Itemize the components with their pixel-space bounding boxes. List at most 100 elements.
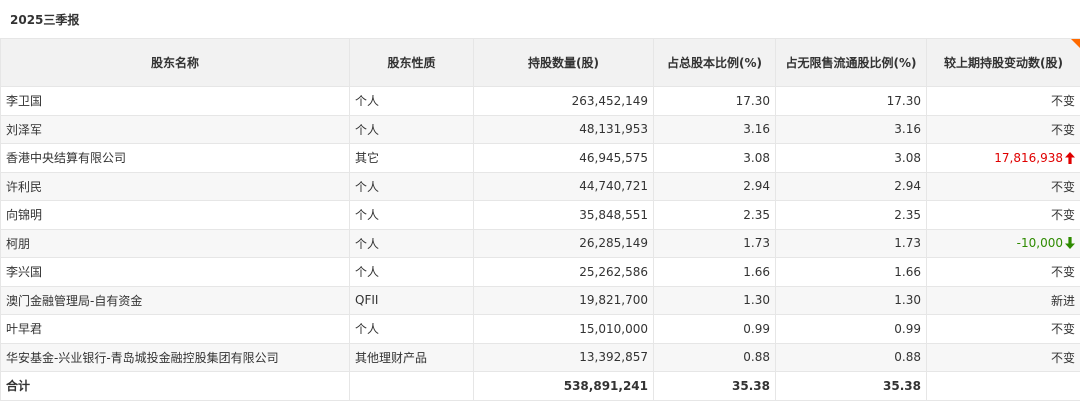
cell-holder-type: 个人 <box>350 172 474 201</box>
cell-shares: 263,452,149 <box>474 87 654 116</box>
change-value: 17,816,938 <box>994 151 1063 165</box>
table-row: 叶早君个人15,010,0000.990.99不变 <box>1 315 1080 344</box>
table-row: 柯朋个人26,285,1491.731.73-10,000 <box>1 229 1080 258</box>
cell-pct-float: 1.30 <box>776 286 927 315</box>
change-value: 新进 <box>1051 294 1075 308</box>
cell-holder-name: 香港中央结算有限公司 <box>1 144 350 173</box>
table-row: 香港中央结算有限公司其它46,945,5753.083.0817,816,938 <box>1 144 1080 173</box>
total-empty-change <box>927 372 1080 401</box>
cell-holder-name: 李兴国 <box>1 258 350 287</box>
cell-shares: 13,392,857 <box>474 343 654 372</box>
cell-pct-float: 1.66 <box>776 258 927 287</box>
header-holder-type: 股东性质 <box>350 39 474 87</box>
cell-pct-total: 0.99 <box>654 315 776 344</box>
total-empty-type <box>350 372 474 401</box>
table-row: 李卫国个人263,452,14917.3017.30不变 <box>1 87 1080 116</box>
cell-pct-float: 0.99 <box>776 315 927 344</box>
cell-pct-total: 1.30 <box>654 286 776 315</box>
cell-holder-name: 刘泽军 <box>1 115 350 144</box>
table-row: 华安基金-兴业银行-青岛城投金融控股集团有限公司其他理财产品13,392,857… <box>1 343 1080 372</box>
cell-change: 17,816,938 <box>927 144 1080 173</box>
corner-marker-icon <box>1071 39 1080 48</box>
change-value: 不变 <box>1051 94 1075 108</box>
cell-shares: 48,131,953 <box>474 115 654 144</box>
change-value: -10,000 <box>1017 236 1063 250</box>
header-change-label: 较上期持股变动数(股) <box>944 56 1063 70</box>
cell-pct-float: 3.16 <box>776 115 927 144</box>
change-value: 不变 <box>1051 265 1075 279</box>
cell-shares: 25,262,586 <box>474 258 654 287</box>
cell-pct-total: 2.35 <box>654 201 776 230</box>
header-change: 较上期持股变动数(股) <box>927 39 1080 87</box>
cell-change: 新进 <box>927 286 1080 315</box>
cell-shares: 35,848,551 <box>474 201 654 230</box>
cell-shares: 15,010,000 <box>474 315 654 344</box>
cell-holder-type: 个人 <box>350 201 474 230</box>
cell-change: 不变 <box>927 343 1080 372</box>
change-value: 不变 <box>1051 180 1075 194</box>
cell-pct-total: 2.94 <box>654 172 776 201</box>
cell-change: 不变 <box>927 172 1080 201</box>
cell-holder-name: 李卫国 <box>1 87 350 116</box>
total-pct-float: 35.38 <box>776 372 927 401</box>
cell-pct-float: 1.73 <box>776 229 927 258</box>
table-row: 澳门金融管理局-自有资金QFII19,821,7001.301.30新进 <box>1 286 1080 315</box>
table-header-row: 股东名称 股东性质 持股数量(股) 占总股本比例(%) 占无限售流通股比例(%)… <box>1 39 1080 87</box>
shareholder-table: 股东名称 股东性质 持股数量(股) 占总股本比例(%) 占无限售流通股比例(%)… <box>0 38 1080 401</box>
cell-holder-type: 其他理财产品 <box>350 343 474 372</box>
change-value: 不变 <box>1051 123 1075 137</box>
cell-pct-total: 17.30 <box>654 87 776 116</box>
cell-holder-type: 个人 <box>350 87 474 116</box>
cell-shares: 26,285,149 <box>474 229 654 258</box>
total-pct-total: 35.38 <box>654 372 776 401</box>
cell-holder-name: 柯朋 <box>1 229 350 258</box>
header-holder-name: 股东名称 <box>1 39 350 87</box>
cell-holder-type: 其它 <box>350 144 474 173</box>
arrow-up-icon <box>1065 152 1075 164</box>
cell-holder-type: 个人 <box>350 315 474 344</box>
total-label: 合计 <box>1 372 350 401</box>
cell-holder-type: 个人 <box>350 229 474 258</box>
cell-pct-float: 17.30 <box>776 87 927 116</box>
cell-change: 不变 <box>927 115 1080 144</box>
cell-change: 不变 <box>927 258 1080 287</box>
cell-change: 不变 <box>927 315 1080 344</box>
header-shares: 持股数量(股) <box>474 39 654 87</box>
cell-pct-total: 1.73 <box>654 229 776 258</box>
cell-change: 不变 <box>927 201 1080 230</box>
change-value: 不变 <box>1051 322 1075 336</box>
table-row: 李兴国个人25,262,5861.661.66不变 <box>1 258 1080 287</box>
table-total-row: 合计538,891,24135.3835.38 <box>1 372 1080 401</box>
cell-holder-name: 许利民 <box>1 172 350 201</box>
cell-holder-type: 个人 <box>350 115 474 144</box>
cell-pct-float: 2.94 <box>776 172 927 201</box>
cell-pct-total: 1.66 <box>654 258 776 287</box>
change-value: 不变 <box>1051 208 1075 222</box>
cell-shares: 44,740,721 <box>474 172 654 201</box>
cell-pct-total: 0.88 <box>654 343 776 372</box>
cell-holder-name: 叶早君 <box>1 315 350 344</box>
cell-pct-total: 3.16 <box>654 115 776 144</box>
header-pct-float: 占无限售流通股比例(%) <box>776 39 927 87</box>
cell-holder-name: 华安基金-兴业银行-青岛城投金融控股集团有限公司 <box>1 343 350 372</box>
report-title: 2025三季报 <box>10 11 79 28</box>
cell-pct-total: 3.08 <box>654 144 776 173</box>
cell-holder-type: 个人 <box>350 258 474 287</box>
cell-pct-float: 0.88 <box>776 343 927 372</box>
cell-change: -10,000 <box>927 229 1080 258</box>
change-value: 不变 <box>1051 351 1075 365</box>
cell-shares: 46,945,575 <box>474 144 654 173</box>
cell-pct-float: 2.35 <box>776 201 927 230</box>
table-row: 刘泽军个人48,131,9533.163.16不变 <box>1 115 1080 144</box>
arrow-down-icon <box>1065 237 1075 249</box>
cell-holder-name: 向锦明 <box>1 201 350 230</box>
cell-holder-name: 澳门金融管理局-自有资金 <box>1 286 350 315</box>
cell-shares: 19,821,700 <box>474 286 654 315</box>
header-pct-total: 占总股本比例(%) <box>654 39 776 87</box>
cell-holder-type: QFII <box>350 286 474 315</box>
table-row: 向锦明个人35,848,5512.352.35不变 <box>1 201 1080 230</box>
table-row: 许利民个人44,740,7212.942.94不变 <box>1 172 1080 201</box>
cell-pct-float: 3.08 <box>776 144 927 173</box>
cell-change: 不变 <box>927 87 1080 116</box>
total-shares: 538,891,241 <box>474 372 654 401</box>
